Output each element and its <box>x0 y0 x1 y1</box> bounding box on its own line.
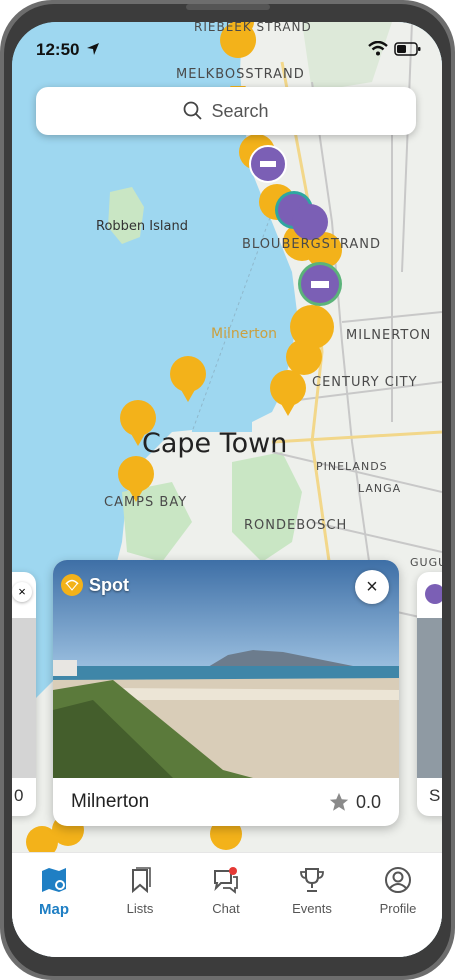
spot-rating: 0.0 <box>328 791 381 813</box>
map-label-camps-bay: CAMPS BAY <box>104 495 188 510</box>
map-label-rondebosch: RONDEBOSCH <box>244 518 348 533</box>
tab-profile-label: Profile <box>379 901 417 916</box>
tab-chat-label: Chat <box>212 901 240 916</box>
battery-icon <box>394 42 421 56</box>
chat-icon <box>214 867 238 894</box>
side-card-photo <box>417 618 442 778</box>
map-label-langa: LANGA <box>358 482 402 495</box>
tab-map-label: Map <box>39 901 69 918</box>
spot-title: Milnerton <box>71 791 150 812</box>
map-label-robben-island: Robben Island <box>96 219 188 234</box>
stay-badge-icon <box>425 584 442 604</box>
stay-pin <box>298 262 342 306</box>
profile-icon <box>385 867 411 893</box>
close-icon: × <box>366 575 378 598</box>
map-label-cape-town: Cape Town <box>142 428 288 459</box>
side-card-close-icon[interactable]: × <box>12 582 32 602</box>
side-card-right[interactable]: S <box>417 572 442 816</box>
map-label-milnerton-area: Milnerton <box>211 326 278 342</box>
search-placeholder: Search <box>211 100 269 121</box>
wifi-icon <box>368 41 388 56</box>
search-icon <box>184 101 203 120</box>
spot-pin <box>286 339 322 375</box>
search-bar[interactable]: Search <box>36 87 416 135</box>
spot-badge-label: Spot <box>89 574 129 595</box>
bookmark-icon <box>132 867 151 894</box>
status-bar: 12:50 <box>12 22 442 72</box>
device-top-button <box>186 4 270 10</box>
tab-lists-label: Lists <box>126 901 154 916</box>
map-label-milnerton: MILNERTON <box>346 328 432 343</box>
map-label-century-city: CENTURY CITY <box>312 375 418 390</box>
stay-pin <box>292 204 328 240</box>
tab-lists[interactable]: Lists <box>100 865 180 916</box>
spot-badge: Spot <box>61 574 129 596</box>
spot-card-footer: Milnerton 0.0 <box>53 778 399 826</box>
map-label-bloubergstrand: BLOUBERGSTRAND <box>242 237 382 252</box>
trophy-icon <box>300 868 324 892</box>
tab-chat[interactable]: Chat <box>186 865 266 916</box>
map-label-pinelands: PINELANDS <box>316 460 388 473</box>
side-card-left-value: 0 <box>14 786 24 805</box>
paraglider-icon <box>61 574 83 596</box>
status-time: 12:50 <box>36 40 80 59</box>
star-icon <box>329 792 349 811</box>
side-card-left[interactable]: × 0 <box>12 572 36 816</box>
device-frame: RIEBEEK STRAND MELKBOSSTRAND Robben Isla… <box>0 0 455 980</box>
screen: RIEBEEK STRAND MELKBOSSTRAND Robben Isla… <box>12 22 442 957</box>
rating-value: 0.0 <box>355 791 381 812</box>
map-icon <box>42 868 66 892</box>
tab-map[interactable]: Map <box>14 865 94 918</box>
side-card-right-letter: S <box>429 786 441 805</box>
stay-pin <box>249 145 287 183</box>
side-card-photo <box>12 618 36 778</box>
tab-bar: Map Lists Chat Events Profile <box>12 852 442 957</box>
spot-card[interactable]: Spot × Milnerton 0.0 <box>53 560 399 826</box>
location-arrow-icon <box>87 43 99 55</box>
tab-profile[interactable]: Profile <box>358 865 438 916</box>
tab-events[interactable]: Events <box>272 865 352 916</box>
map-label-gugulethu: GUGU <box>410 556 442 569</box>
close-button[interactable]: × <box>355 570 389 604</box>
tab-events-label: Events <box>292 901 332 916</box>
